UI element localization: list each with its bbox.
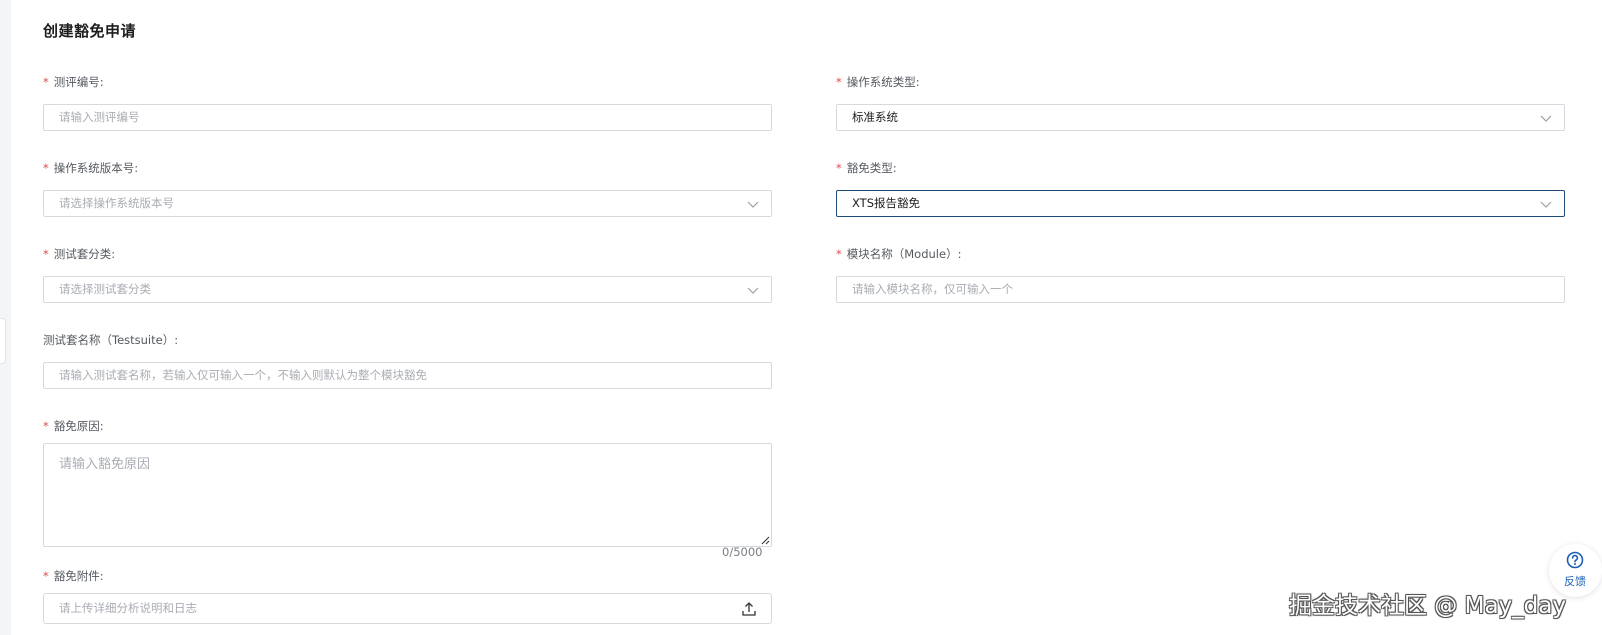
watermark-text: 掘金技术社区 @ May_day	[1289, 593, 1566, 619]
required-mark: *	[43, 569, 49, 583]
suite-category-select[interactable]: 请选择测试套分类	[43, 276, 772, 303]
required-mark: *	[43, 75, 49, 89]
feedback-label: 反馈	[1564, 575, 1586, 588]
chevron-down-icon	[1540, 115, 1552, 122]
exemption-type-label: * 豁免类型:	[836, 161, 897, 175]
chevron-down-icon	[747, 287, 759, 294]
os-type-label: * 操作系统类型:	[836, 75, 920, 89]
chevron-down-icon	[747, 201, 759, 208]
question-circle-icon	[1566, 551, 1584, 569]
side-collapse-tab[interactable]	[0, 318, 6, 364]
required-mark: *	[836, 247, 842, 261]
os-type-select[interactable]: 标准系统	[836, 104, 1565, 131]
eval-number-label: * 测评编号:	[43, 75, 104, 89]
module-name-input[interactable]: 请输入模块名称，仅可输入一个	[836, 276, 1565, 303]
attachment-upload[interactable]: 请上传详细分析说明和日志	[43, 593, 772, 624]
required-mark: *	[836, 161, 842, 175]
required-mark: *	[43, 247, 49, 261]
module-name-label: * 模块名称（Module）:	[836, 247, 962, 261]
testsuite-name-label: 测试套名称（Testsuite）:	[43, 333, 179, 347]
page-title: 创建豁免申请	[43, 22, 137, 40]
resize-handle-icon[interactable]	[760, 535, 770, 545]
upload-icon[interactable]	[741, 601, 757, 617]
chevron-down-icon	[1540, 201, 1552, 208]
os-version-label: * 操作系统版本号:	[43, 161, 139, 175]
required-mark: *	[43, 161, 49, 175]
required-mark: *	[43, 419, 49, 433]
exemption-type-select[interactable]: XTS报告豁免	[836, 190, 1565, 217]
required-mark: *	[836, 75, 842, 89]
suite-category-label: * 测试套分类:	[43, 247, 116, 261]
attachment-label: * 豁免附件:	[43, 569, 104, 583]
exemption-reason-label: * 豁免原因:	[43, 419, 104, 433]
eval-number-input[interactable]: 请输入测评编号	[43, 104, 772, 131]
testsuite-name-input[interactable]: 请输入测试套名称，若输入仅可输入一个，不输入则默认为整个模块豁免	[43, 362, 772, 389]
char-counter: 0/5000	[722, 545, 763, 559]
os-version-select[interactable]: 请选择操作系统版本号	[43, 190, 772, 217]
exemption-reason-textarea[interactable]: 请输入豁免原因	[43, 443, 772, 547]
